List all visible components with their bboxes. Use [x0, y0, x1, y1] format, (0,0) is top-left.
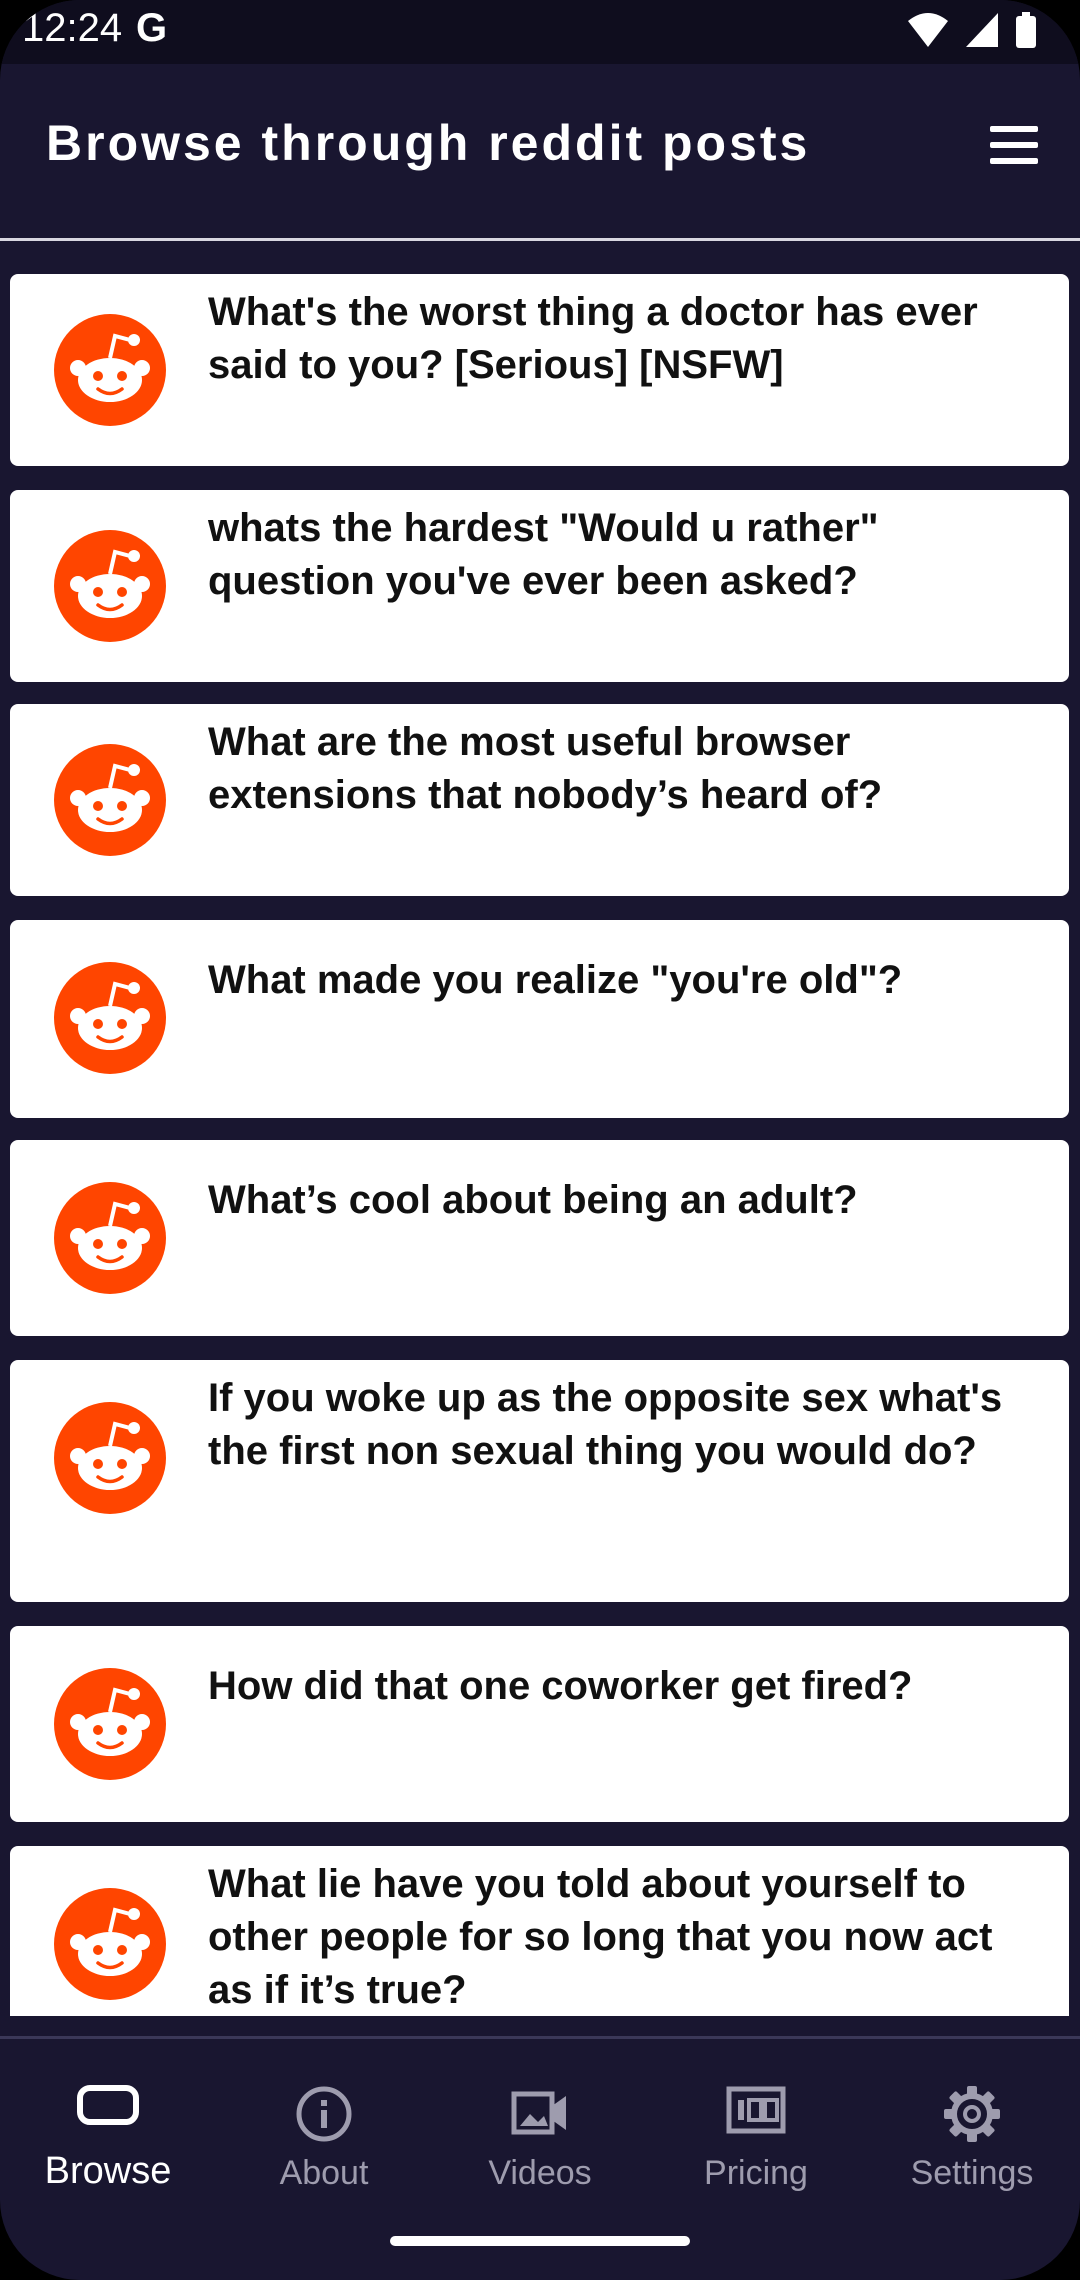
nav-about[interactable]: About [216, 2040, 432, 2210]
post-card[interactable]: whats the hardest "Would u rather" quest… [10, 490, 1069, 682]
reddit-logo-icon [54, 1888, 166, 2000]
video-icon [511, 2091, 566, 2135]
battery-icon [1016, 12, 1036, 48]
info-icon [296, 2086, 352, 2142]
status-bar: 12:24 G [0, 0, 1080, 64]
post-card[interactable]: How did that one coworker get fired? [10, 1626, 1069, 1822]
menu-line-icon [990, 126, 1038, 132]
post-card[interactable]: What are the most useful browser extensi… [10, 704, 1069, 896]
reddit-logo-icon [54, 314, 166, 426]
post-card[interactable]: What’s cool about being an adult? [10, 1140, 1069, 1336]
post-list[interactable]: What's the worst thing a doctor has ever… [0, 272, 1080, 2016]
nav-label: Pricing [704, 2154, 808, 2192]
post-card[interactable]: If you woke up as the opposite sex what'… [10, 1360, 1069, 1602]
wifi-icon [908, 13, 948, 47]
reddit-logo-icon [54, 1668, 166, 1780]
reddit-logo-icon [54, 1402, 166, 1514]
nav-label: About [279, 2154, 369, 2192]
bottom-navigation: Browse About Videos Pricing Settings [0, 2040, 1080, 2210]
post-title: What made you realize "you're old"? [208, 958, 903, 1002]
app-screen: 12:24 G Browse through reddit posts What… [0, 0, 1080, 2280]
post-card[interactable]: What made you realize "you're old"? [10, 920, 1069, 1118]
reddit-logo-icon [54, 530, 166, 642]
post-card[interactable]: What lie have you told about yourself to… [10, 1846, 1069, 2016]
reddit-logo-icon [54, 962, 166, 1074]
nav-divider [0, 2036, 1080, 2039]
signal-icon [966, 13, 998, 47]
post-title: If you woke up as the opposite sex what'… [208, 1376, 1003, 1473]
reddit-logo-icon [54, 1182, 166, 1294]
gesture-bar[interactable] [390, 2236, 690, 2246]
gear-icon [944, 2086, 1000, 2142]
google-icon: G [136, 6, 168, 50]
nav-label: Videos [488, 2154, 592, 2192]
pricing-icon [726, 2086, 786, 2134]
status-time: 12:24 [22, 6, 123, 50]
nav-browse[interactable]: Browse [0, 2040, 216, 2210]
post-title: What's the worst thing a doctor has ever… [208, 290, 978, 387]
nav-settings[interactable]: Settings [864, 2040, 1080, 2210]
status-icons [908, 12, 1036, 48]
nav-label: Settings [910, 2154, 1034, 2192]
post-title: What’s cool about being an adult? [208, 1178, 858, 1222]
post-title: whats the hardest "Would u rather" quest… [208, 506, 879, 603]
nav-label: Browse [44, 2150, 172, 2192]
post-title: What are the most useful browser extensi… [208, 720, 883, 817]
reddit-logo-icon [54, 744, 166, 856]
post-card[interactable]: What's the worst thing a doctor has ever… [10, 274, 1069, 466]
app-header: Browse through reddit posts [0, 64, 1080, 240]
nav-pricing[interactable]: Pricing [648, 2040, 864, 2210]
menu-line-icon [990, 142, 1038, 148]
post-title: What lie have you told about yourself to… [208, 1862, 993, 2012]
post-title: How did that one coworker get fired? [208, 1664, 913, 1708]
header-divider [0, 238, 1080, 241]
browse-icon [77, 2085, 139, 2125]
hamburger-menu-button[interactable] [982, 118, 1046, 178]
menu-line-icon [990, 158, 1038, 164]
page-title: Browse through reddit posts [46, 115, 811, 171]
nav-videos[interactable]: Videos [432, 2040, 648, 2210]
